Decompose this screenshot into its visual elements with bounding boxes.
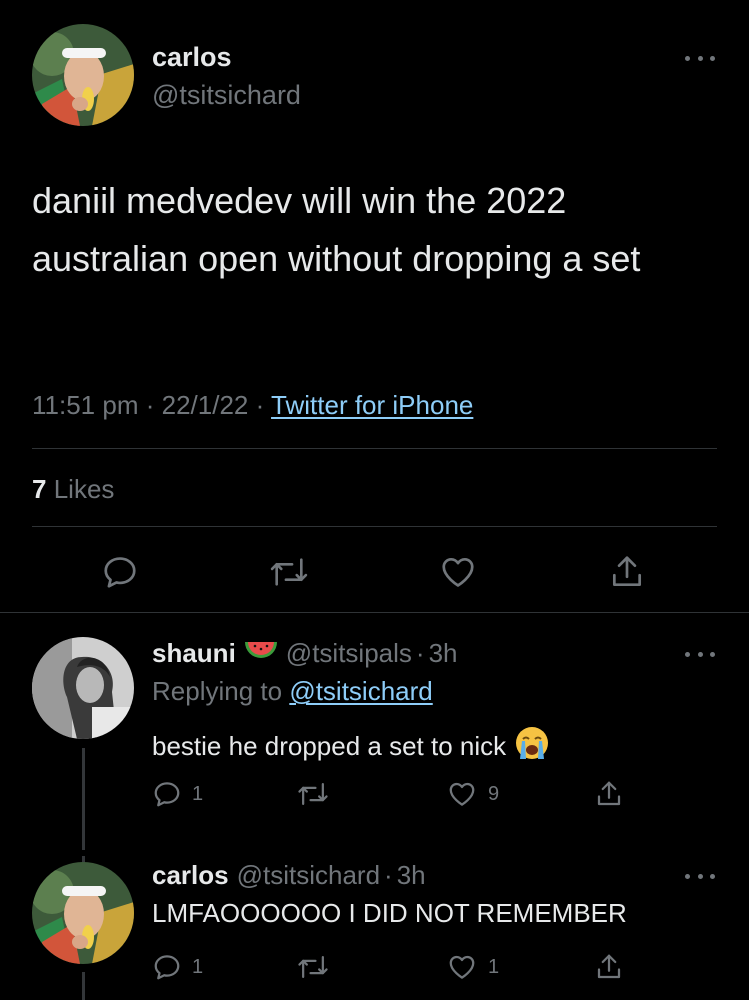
author-handle[interactable]: @tsitsichard <box>152 80 301 111</box>
avatar-carlos[interactable] <box>32 862 134 964</box>
tweet-date: 22/1/22 <box>161 390 249 420</box>
reply-age[interactable]: 3h <box>397 860 426 891</box>
reply-author-name[interactable]: carlos <box>152 860 229 891</box>
heart-icon <box>442 557 474 587</box>
retweet-icon <box>270 558 308 586</box>
meta-separator: · <box>384 860 393 890</box>
share-button[interactable] <box>594 952 624 982</box>
avatar-carlos[interactable] <box>32 24 134 126</box>
heart-icon <box>449 782 475 806</box>
reply-icon <box>154 955 180 980</box>
reply-header: shauni @tsitsipals · 3h <box>152 638 457 669</box>
watermelon-emoji-icon <box>244 638 278 669</box>
like-count: 1 <box>488 955 500 978</box>
reply-header: carlos @tsitsichard · 3h <box>152 860 426 891</box>
more-options-icon[interactable] <box>685 52 715 64</box>
reply-text: bestie he dropped a set to nick <box>152 731 507 761</box>
retweet-icon <box>298 956 328 978</box>
thread-line <box>82 748 85 850</box>
heart-icon <box>449 955 475 979</box>
tweet-source-link[interactable]: Twitter for iPhone <box>271 390 473 420</box>
like-button[interactable] <box>438 553 478 591</box>
divider <box>0 612 749 613</box>
likes-count: 7 <box>32 474 47 504</box>
like-count: 9 <box>488 782 500 805</box>
reply-count: 1 <box>192 955 204 978</box>
reply-age[interactable]: 3h <box>429 638 458 669</box>
likes-stat[interactable]: 7 Likes <box>32 474 114 505</box>
replying-to: Replying to @tsitsichard <box>152 676 433 707</box>
like-button[interactable]: 1 <box>446 952 499 982</box>
share-icon <box>597 954 621 979</box>
like-button[interactable]: 9 <box>446 779 499 809</box>
tweet-time: 11:51 pm <box>32 390 139 420</box>
more-options-icon[interactable] <box>685 870 715 882</box>
replying-to-handle-link[interactable]: @tsitsichard <box>289 676 432 706</box>
tweet-text: daniil medvedev will win the 2022 austra… <box>32 180 641 279</box>
retweet-button[interactable] <box>269 553 309 591</box>
replying-to-label: Replying to <box>152 676 283 706</box>
share-button[interactable] <box>594 779 624 809</box>
reply-author-handle[interactable]: @tsitsipals <box>286 638 412 669</box>
reply-icon <box>154 782 180 807</box>
divider <box>32 448 717 449</box>
crying-face-emoji-icon <box>514 725 550 768</box>
share-icon <box>597 781 621 806</box>
reply-author-name[interactable]: shauni <box>152 638 236 669</box>
reply-button[interactable]: 1 <box>152 952 203 982</box>
meta-separator: · <box>255 390 265 420</box>
share-button[interactable] <box>608 553 646 591</box>
retweet-icon <box>298 783 328 805</box>
meta-separator: · <box>415 638 425 668</box>
divider <box>32 526 717 527</box>
reply-text: LMFAOOOOOO I DID NOT REMEMBER <box>152 898 627 928</box>
reply-text-row: bestie he dropped a set to nick <box>152 725 550 768</box>
retweet-button[interactable] <box>297 952 339 982</box>
meta-separator: · <box>145 390 155 420</box>
reply-count: 1 <box>192 782 204 805</box>
avatar-shauni[interactable] <box>32 637 134 739</box>
more-options-icon[interactable] <box>685 648 715 660</box>
thread-line <box>82 972 85 1000</box>
tweet-meta: 11:51 pm · 22/1/22 · Twitter for iPhone <box>32 390 473 421</box>
author-name[interactable]: carlos <box>152 42 232 73</box>
retweet-button[interactable] <box>297 779 339 809</box>
share-icon <box>612 556 642 587</box>
likes-label: Likes <box>53 474 115 504</box>
reply-text-row: LMFAOOOOOO I DID NOT REMEMBER <box>152 898 627 929</box>
reply-icon <box>104 557 136 588</box>
reply-author-handle[interactable]: @tsitsichard <box>237 860 380 891</box>
reply-button[interactable]: 1 <box>152 779 203 809</box>
reply-button[interactable] <box>101 553 139 591</box>
